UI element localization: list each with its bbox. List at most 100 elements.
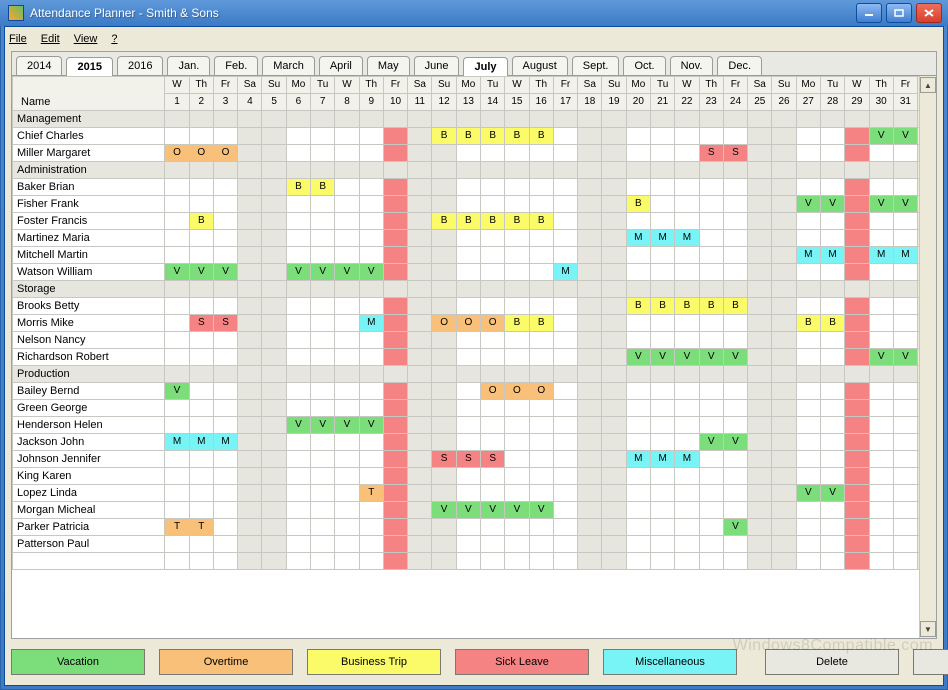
day-cell[interactable] <box>311 502 335 519</box>
day-cell[interactable]: V <box>359 417 383 434</box>
day-cell[interactable] <box>529 485 553 502</box>
day-cell[interactable] <box>650 417 674 434</box>
day-cell[interactable] <box>699 383 723 400</box>
day-cell[interactable] <box>286 111 310 128</box>
day-cell[interactable] <box>335 400 359 417</box>
day-cell[interactable]: V <box>311 417 335 434</box>
day-cell[interactable] <box>820 451 844 468</box>
day-cell[interactable] <box>845 179 869 196</box>
person-row[interactable]: Baker BrianBB <box>13 179 936 196</box>
day-cell[interactable] <box>262 519 286 536</box>
day-cell[interactable] <box>529 553 553 570</box>
day-cell[interactable] <box>481 400 505 417</box>
day-cell[interactable] <box>408 145 432 162</box>
day-cell[interactable] <box>602 519 626 536</box>
day-cell[interactable] <box>723 468 747 485</box>
day-cell[interactable] <box>893 162 917 179</box>
day-cell[interactable] <box>845 553 869 570</box>
day-cell[interactable] <box>286 366 310 383</box>
day-cell[interactable] <box>578 536 602 553</box>
day-cell[interactable] <box>238 315 262 332</box>
day-cell[interactable] <box>238 179 262 196</box>
day-cell[interactable] <box>432 536 456 553</box>
day-cell[interactable] <box>529 519 553 536</box>
day-cell[interactable] <box>893 281 917 298</box>
day-cell[interactable] <box>408 434 432 451</box>
day-cell[interactable] <box>383 179 407 196</box>
day-cell[interactable] <box>893 451 917 468</box>
day-cell[interactable] <box>335 213 359 230</box>
day-cell[interactable] <box>286 485 310 502</box>
day-cell[interactable]: V <box>213 264 237 281</box>
day-cell[interactable] <box>820 434 844 451</box>
day-cell[interactable] <box>383 213 407 230</box>
legend-business[interactable]: Business Trip <box>307 649 441 675</box>
day-cell[interactable] <box>262 434 286 451</box>
day-cell[interactable] <box>748 281 772 298</box>
day-cell[interactable] <box>699 213 723 230</box>
day-cell[interactable]: M <box>189 434 213 451</box>
day-cell[interactable] <box>820 417 844 434</box>
day-cell[interactable] <box>359 383 383 400</box>
day-cell[interactable]: S <box>723 145 747 162</box>
day-cell[interactable] <box>845 162 869 179</box>
day-cell[interactable]: B <box>529 128 553 145</box>
day-cell[interactable] <box>456 111 480 128</box>
day-cell[interactable] <box>553 519 577 536</box>
day-cell[interactable] <box>602 434 626 451</box>
day-cell[interactable]: O <box>213 145 237 162</box>
day-cell[interactable]: M <box>553 264 577 281</box>
day-cell[interactable] <box>505 179 529 196</box>
day-cell[interactable] <box>213 162 237 179</box>
day-cell[interactable] <box>408 332 432 349</box>
day-cell[interactable] <box>408 196 432 213</box>
day-cell[interactable] <box>553 400 577 417</box>
day-cell[interactable] <box>869 298 893 315</box>
menu-help[interactable]: ? <box>111 33 117 45</box>
day-cell[interactable]: S <box>189 315 213 332</box>
day-cell[interactable] <box>238 111 262 128</box>
day-cell[interactable]: V <box>432 502 456 519</box>
day-cell[interactable] <box>602 536 626 553</box>
day-cell[interactable] <box>675 383 699 400</box>
day-cell[interactable] <box>529 417 553 434</box>
day-cell[interactable] <box>213 468 237 485</box>
tab[interactable]: July <box>463 57 507 76</box>
day-cell[interactable] <box>772 366 796 383</box>
day-cell[interactable] <box>723 179 747 196</box>
day-cell[interactable] <box>553 111 577 128</box>
day-cell[interactable] <box>165 179 189 196</box>
day-cell[interactable] <box>893 315 917 332</box>
day-cell[interactable] <box>408 383 432 400</box>
day-cell[interactable]: V <box>286 264 310 281</box>
day-cell[interactable] <box>869 383 893 400</box>
day-cell[interactable] <box>869 213 893 230</box>
day-cell[interactable] <box>432 400 456 417</box>
day-cell[interactable] <box>529 366 553 383</box>
day-cell[interactable] <box>723 128 747 145</box>
day-cell[interactable] <box>311 553 335 570</box>
day-cell[interactable] <box>626 468 650 485</box>
day-cell[interactable] <box>796 400 820 417</box>
day-cell[interactable] <box>529 468 553 485</box>
day-cell[interactable] <box>432 264 456 281</box>
day-cell[interactable] <box>553 281 577 298</box>
day-cell[interactable] <box>845 519 869 536</box>
day-cell[interactable] <box>602 468 626 485</box>
day-cell[interactable] <box>213 451 237 468</box>
day-cell[interactable] <box>869 519 893 536</box>
day-cell[interactable] <box>723 553 747 570</box>
day-cell[interactable] <box>262 179 286 196</box>
day-cell[interactable] <box>796 264 820 281</box>
day-cell[interactable] <box>675 179 699 196</box>
day-cell[interactable] <box>748 145 772 162</box>
day-cell[interactable] <box>699 400 723 417</box>
day-cell[interactable] <box>481 111 505 128</box>
day-cell[interactable] <box>578 451 602 468</box>
day-cell[interactable] <box>335 128 359 145</box>
day-cell[interactable] <box>675 145 699 162</box>
day-cell[interactable] <box>626 366 650 383</box>
day-cell[interactable] <box>796 536 820 553</box>
day-cell[interactable]: V <box>456 502 480 519</box>
day-cell[interactable] <box>189 451 213 468</box>
